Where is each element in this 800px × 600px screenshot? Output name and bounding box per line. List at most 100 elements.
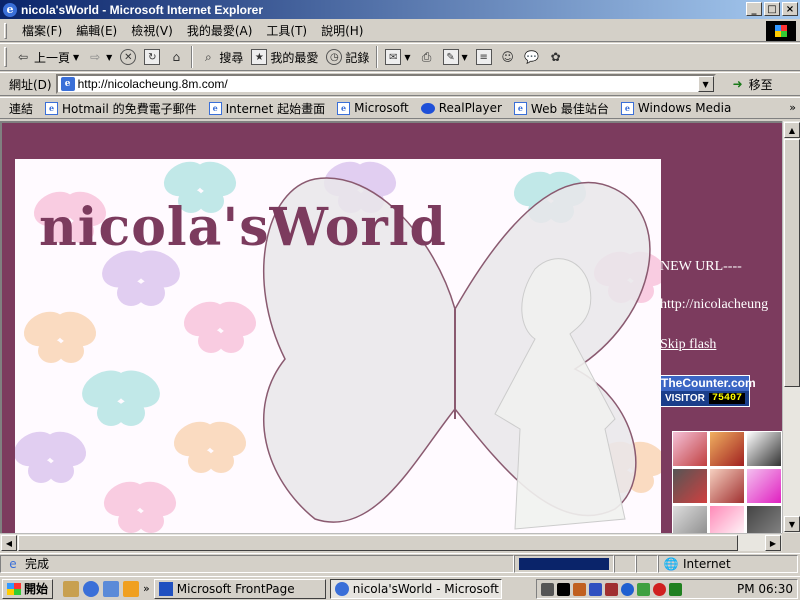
- vertical-scrollbar[interactable]: ▲ ▼: [782, 121, 800, 533]
- edit-dropdown-icon[interactable]: ▼: [462, 53, 468, 62]
- realplayer-icon[interactable]: [621, 582, 634, 596]
- refresh-button[interactable]: ↻: [140, 45, 164, 69]
- link-realplayer[interactable]: RealPlayer: [415, 101, 508, 115]
- toolbar-grip[interactable]: [4, 22, 7, 39]
- window-title: nicola'sWorld - Microsoft Internet Explo…: [21, 2, 263, 17]
- history-label: 記錄: [345, 50, 370, 65]
- start-button[interactable]: 開始: [2, 578, 54, 599]
- back-arrow-icon: ⇦: [17, 50, 29, 64]
- photo-thumbnail[interactable]: [672, 505, 708, 533]
- status-text-pane: e 完成: [0, 554, 514, 573]
- print-button[interactable]: ⎙: [415, 45, 439, 69]
- scroll-down-icon[interactable]: ▼: [784, 516, 800, 532]
- home-button[interactable]: ⌂: [164, 45, 188, 69]
- close-button[interactable]: ×: [782, 2, 798, 16]
- menu-favorites[interactable]: 我的最愛(A): [180, 21, 260, 41]
- mail-dropdown-icon[interactable]: ▼: [404, 53, 410, 62]
- clock[interactable]: PM 06:30: [737, 582, 793, 596]
- horizontal-scrollbar[interactable]: ◀ ▶: [0, 533, 782, 551]
- maximize-button[interactable]: □: [764, 2, 780, 16]
- link-internet-start[interactable]: e Internet 起始畫面: [203, 100, 331, 117]
- quick-launch-more-icon[interactable]: »: [143, 582, 150, 595]
- favorites-button[interactable]: ★ 我的最愛: [247, 45, 322, 69]
- scroll-up-icon[interactable]: ▲: [784, 122, 800, 138]
- back-dropdown-icon[interactable]: ▼: [73, 53, 79, 62]
- page-icon: e: [45, 101, 59, 115]
- photo-thumbnail[interactable]: [746, 468, 782, 504]
- menu-file[interactable]: 檔案(F): [15, 21, 69, 41]
- forward-dropdown-icon[interactable]: ▼: [106, 53, 112, 62]
- horizontal-scroll-thumb[interactable]: [18, 535, 738, 551]
- link-best-of-web[interactable]: e Web 最佳站台: [508, 100, 615, 117]
- photo-thumbnail[interactable]: [709, 431, 745, 467]
- vertical-scroll-thumb[interactable]: [784, 139, 800, 387]
- search-button[interactable]: ⌕ 搜尋: [196, 45, 247, 69]
- ie-icon: [334, 581, 349, 596]
- menu-edit[interactable]: 編輯(E): [69, 21, 124, 41]
- taskbar-button-frontpage[interactable]: Microsoft FrontPage: [153, 578, 326, 599]
- photo-thumbnail[interactable]: [672, 468, 708, 504]
- go-button[interactable]: ➜ 移至: [724, 76, 779, 93]
- menu-view[interactable]: 檢視(V): [124, 21, 180, 41]
- forward-button[interactable]: ⇨ ▼: [83, 45, 116, 69]
- media-player-icon[interactable]: [123, 580, 140, 597]
- visitor-counter[interactable]: TheCounter.com VISITOR 75407: [660, 375, 756, 407]
- messenger-button[interactable]: ☺: [496, 45, 520, 69]
- tray-app-icon[interactable]: [637, 582, 650, 596]
- address-input[interactable]: [77, 76, 678, 92]
- frontpage-icon: [158, 581, 173, 596]
- counter-value: 75407: [708, 393, 745, 404]
- photo-grid[interactable]: [672, 431, 782, 533]
- tray-app-icon[interactable]: [653, 582, 666, 596]
- photo-thumbnail[interactable]: [709, 505, 745, 533]
- outlook-icon[interactable]: [103, 580, 120, 597]
- windows-logo-icon: [766, 21, 796, 41]
- page-icon: e: [208, 101, 222, 115]
- status-text: 完成: [25, 557, 50, 571]
- link-hotmail[interactable]: e Hotmail 的免費電子郵件: [39, 100, 203, 117]
- taskbar-button-ie[interactable]: nicola'sWorld - Microsoft I...: [329, 578, 502, 599]
- address-field[interactable]: e ▼: [55, 74, 716, 94]
- ie-icon[interactable]: [83, 580, 100, 597]
- document-icon: ≡: [475, 49, 492, 65]
- scroll-left-icon[interactable]: ◀: [1, 535, 17, 551]
- menu-tools[interactable]: 工具(T): [259, 21, 314, 41]
- tray-app-icon[interactable]: [573, 582, 586, 596]
- history-button[interactable]: ◷ 記錄: [322, 45, 373, 69]
- menu-help[interactable]: 說明(H): [314, 21, 370, 41]
- zone-pane: 🌐 Internet: [658, 554, 798, 573]
- address-dropdown-icon[interactable]: ▼: [697, 76, 714, 92]
- photo-thumbnail[interactable]: [709, 468, 745, 504]
- new-url-label: NEW URL----: [660, 259, 742, 274]
- flower-icon: ✿: [550, 50, 561, 64]
- skip-flash-link[interactable]: Skip flash: [660, 337, 716, 352]
- chat-button[interactable]: 💬: [520, 45, 544, 69]
- minimize-button[interactable]: _: [746, 2, 762, 16]
- browser-window: e nicola'sWorld - Microsoft Internet Exp…: [0, 0, 800, 576]
- scroll-right-icon[interactable]: ▶: [765, 535, 781, 551]
- new-url-text: http://nicolacheung: [660, 297, 769, 312]
- ime-icon[interactable]: [557, 582, 570, 596]
- flash-banner[interactable]: nicola'sWorld: [15, 159, 661, 533]
- photo-thumbnail[interactable]: [672, 431, 708, 467]
- title-bar[interactable]: e nicola'sWorld - Microsoft Internet Exp…: [0, 0, 800, 19]
- volume-icon[interactable]: [605, 582, 618, 596]
- link-microsoft[interactable]: e Microsoft: [331, 101, 415, 115]
- progress-bar: [519, 557, 609, 570]
- mail-button[interactable]: ✉ ▼: [381, 45, 414, 69]
- photo-thumbnail[interactable]: [746, 505, 782, 533]
- photo-thumbnail[interactable]: [746, 431, 782, 467]
- counter-visitor-label: VISITOR: [665, 393, 705, 404]
- edit-button[interactable]: ✎ ▼: [439, 45, 472, 69]
- desktop-icon[interactable]: [63, 580, 80, 597]
- network-icon[interactable]: [589, 582, 602, 596]
- link-windows-media[interactable]: e Windows Media: [615, 101, 737, 115]
- page-icon: e: [620, 101, 634, 115]
- links-more-icon[interactable]: »: [789, 101, 796, 114]
- back-button[interactable]: ⇦ 上一頁 ▼: [11, 45, 83, 69]
- pen-icon[interactable]: [541, 582, 554, 596]
- related-button[interactable]: ✿: [544, 45, 568, 69]
- stop-button[interactable]: ✕: [116, 45, 140, 69]
- tray-app-icon[interactable]: [669, 582, 682, 596]
- discuss-button[interactable]: ≡: [472, 45, 496, 69]
